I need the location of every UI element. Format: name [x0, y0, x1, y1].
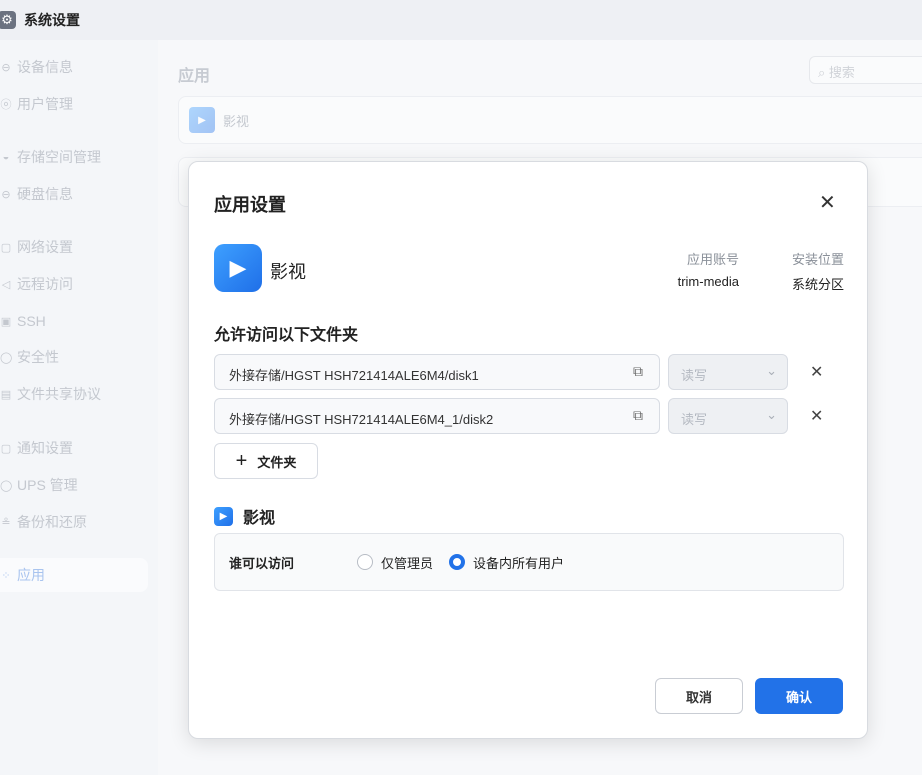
sidebar-item-icon: ▢	[0, 442, 12, 455]
access-label: 谁可以访问	[229, 555, 295, 571]
sidebar-item-label: 通知设置	[17, 440, 73, 456]
permission-select[interactable]: 读写 ⌄	[668, 398, 788, 434]
section-app-name: 影视	[243, 510, 276, 527]
sidebar-item-icon: ⊖	[1, 61, 11, 74]
sidebar-item-label: 远程访问	[17, 276, 73, 292]
chevron-down-icon: ⌄	[766, 407, 777, 422]
sidebar-item-label: 硬盘信息	[17, 186, 73, 202]
sidebar-item-label: 设备信息	[17, 59, 73, 75]
search-placeholder: 搜索	[828, 65, 855, 80]
folder-path: 外接存储/HGST HSH721414ALE6M4/disk1	[229, 368, 479, 383]
radio-circle[interactable]	[357, 554, 373, 570]
permission-value: 读写	[681, 412, 708, 427]
sidebar-item[interactable]: ⓞ 用户管理	[0, 87, 148, 121]
sidebar-item-icon: ◯	[0, 351, 13, 364]
sidebar-item-label: 用户管理	[17, 96, 73, 112]
cancel-button[interactable]: 取消	[655, 678, 743, 714]
folders-title: 允许访问以下文件夹	[214, 327, 359, 344]
sidebar-item-icon: ▣	[0, 315, 12, 328]
dialog-title: 应用设置	[214, 195, 286, 215]
sidebar-item[interactable]: ◒ 存储空间管理	[0, 140, 148, 174]
app-icon: ▶	[189, 107, 215, 133]
window-title: 系统设置	[24, 12, 80, 28]
radio-label: 设备内所有用户	[473, 555, 565, 571]
confirm-button[interactable]: 确认	[755, 678, 843, 714]
sidebar-item-label: 存储空间管理	[17, 149, 101, 165]
sidebar-item-icon: ◯	[0, 479, 13, 492]
sidebar-item[interactable]: ⊖ 设备信息	[0, 50, 148, 84]
account-value: trim-media	[677, 274, 739, 289]
sidebar-item-label: 网络设置	[17, 239, 73, 255]
sidebar-item-icon: ▤	[0, 388, 12, 401]
sidebar-item-label: 文件共享协议	[17, 386, 101, 402]
sidebar-item[interactable]: ▢ 网络设置	[0, 230, 148, 264]
radio-all-users[interactable]: 设备内所有用户	[449, 553, 564, 572]
app-account: 应用账号 trim-media	[659, 249, 739, 289]
folder-path-field[interactable]: 外接存储/HGST HSH721414ALE6M4/disk1 ⧉	[214, 354, 660, 390]
sidebar-item-label: UPS 管理	[17, 477, 78, 493]
radio-admin-only[interactable]: 仅管理员	[357, 553, 433, 572]
sidebar-item[interactable]: ⊖ 硬盘信息	[0, 177, 148, 211]
sidebar: ⊖ 设备信息 ⓞ 用户管理 ◒ 存储空间管理 ⊖ 硬盘信息 ▢ 网络设置 ◁ 远程访问 ▣ SSH ◯ 安全性…	[0, 40, 158, 775]
sidebar-item-label: 备份和还原	[17, 514, 87, 530]
add-folder-button[interactable]: + 文件夹	[214, 443, 318, 479]
radio-circle-checked[interactable]	[449, 554, 466, 570]
remove-folder-icon[interactable]: ✕	[810, 362, 823, 382]
location-value: 系统分区	[791, 277, 844, 292]
app-icon: ▶	[214, 506, 233, 526]
app-icon: ▶	[214, 244, 262, 292]
app-name: 影视	[270, 262, 306, 282]
install-location: 安装位置 系统分区	[769, 249, 844, 293]
sidebar-item[interactable]: ◯ 安全性	[0, 340, 148, 374]
account-label: 应用账号	[686, 252, 739, 267]
sidebar-item-icon: ▢	[0, 241, 12, 254]
sidebar-item[interactable]: ▢ 通知设置	[0, 431, 148, 465]
location-label: 安装位置	[791, 252, 844, 267]
app-card-name: 影视	[223, 113, 250, 129]
sidebar-item-label: SSH	[17, 313, 46, 329]
add-folder-label: 文件夹	[257, 454, 297, 470]
sidebar-item-label: 应用	[17, 567, 45, 583]
sidebar-item-icon: ⓞ	[0, 99, 12, 111]
copy-icon[interactable]: ⧉	[633, 363, 643, 380]
sidebar-item-label: 安全性	[17, 349, 59, 365]
access-setting: 谁可以访问 仅管理员 设备内所有用户	[214, 533, 844, 591]
sidebar-item[interactable]: ◁ 远程访问	[0, 267, 148, 301]
sidebar-item-icon: ≗	[1, 516, 11, 529]
permission-select[interactable]: 读写 ⌄	[668, 354, 788, 390]
sidebar-item-icon: ⁘	[1, 569, 11, 582]
sidebar-item[interactable]: ▣ SSH	[0, 304, 148, 338]
copy-icon[interactable]: ⧉	[633, 407, 643, 424]
permission-value: 读写	[681, 368, 708, 383]
radio-label: 仅管理员	[381, 555, 434, 571]
plus-icon: +	[235, 449, 248, 472]
folder-path: 外接存储/HGST HSH721414ALE6M4_1/disk2	[229, 412, 494, 427]
sidebar-item-icon: ◁	[1, 278, 11, 291]
sidebar-item[interactable]: ⁘ 应用	[0, 558, 148, 592]
app-card[interactable]: ▶ 影视	[178, 96, 922, 144]
app-section-header: ▶ 影视	[214, 504, 275, 528]
chevron-down-icon: ⌄	[766, 363, 777, 378]
sidebar-item[interactable]: ◯ UPS 管理	[0, 468, 148, 502]
sidebar-item-icon: ⊖	[1, 188, 11, 201]
sidebar-item[interactable]: ▤ 文件共享协议	[0, 377, 148, 411]
search-input[interactable]: ⌕ 搜索	[809, 56, 922, 84]
app-settings-dialog: 应用设置 ✕ ▶ 影视 应用账号 trim-media 安装位置 系统分区 允许…	[188, 161, 868, 739]
close-icon[interactable]: ✕	[819, 190, 836, 215]
folder-path-field[interactable]: 外接存储/HGST HSH721414ALE6M4_1/disk2 ⧉	[214, 398, 660, 434]
page-title: 应用	[178, 68, 211, 85]
sidebar-item[interactable]: ≗ 备份和还原	[0, 505, 148, 539]
gear-icon: ⚙	[0, 11, 16, 29]
sidebar-item-icon: ◒	[2, 151, 10, 163]
title-bar: ⚙ 系统设置	[0, 0, 922, 40]
remove-folder-icon[interactable]: ✕	[810, 406, 823, 426]
